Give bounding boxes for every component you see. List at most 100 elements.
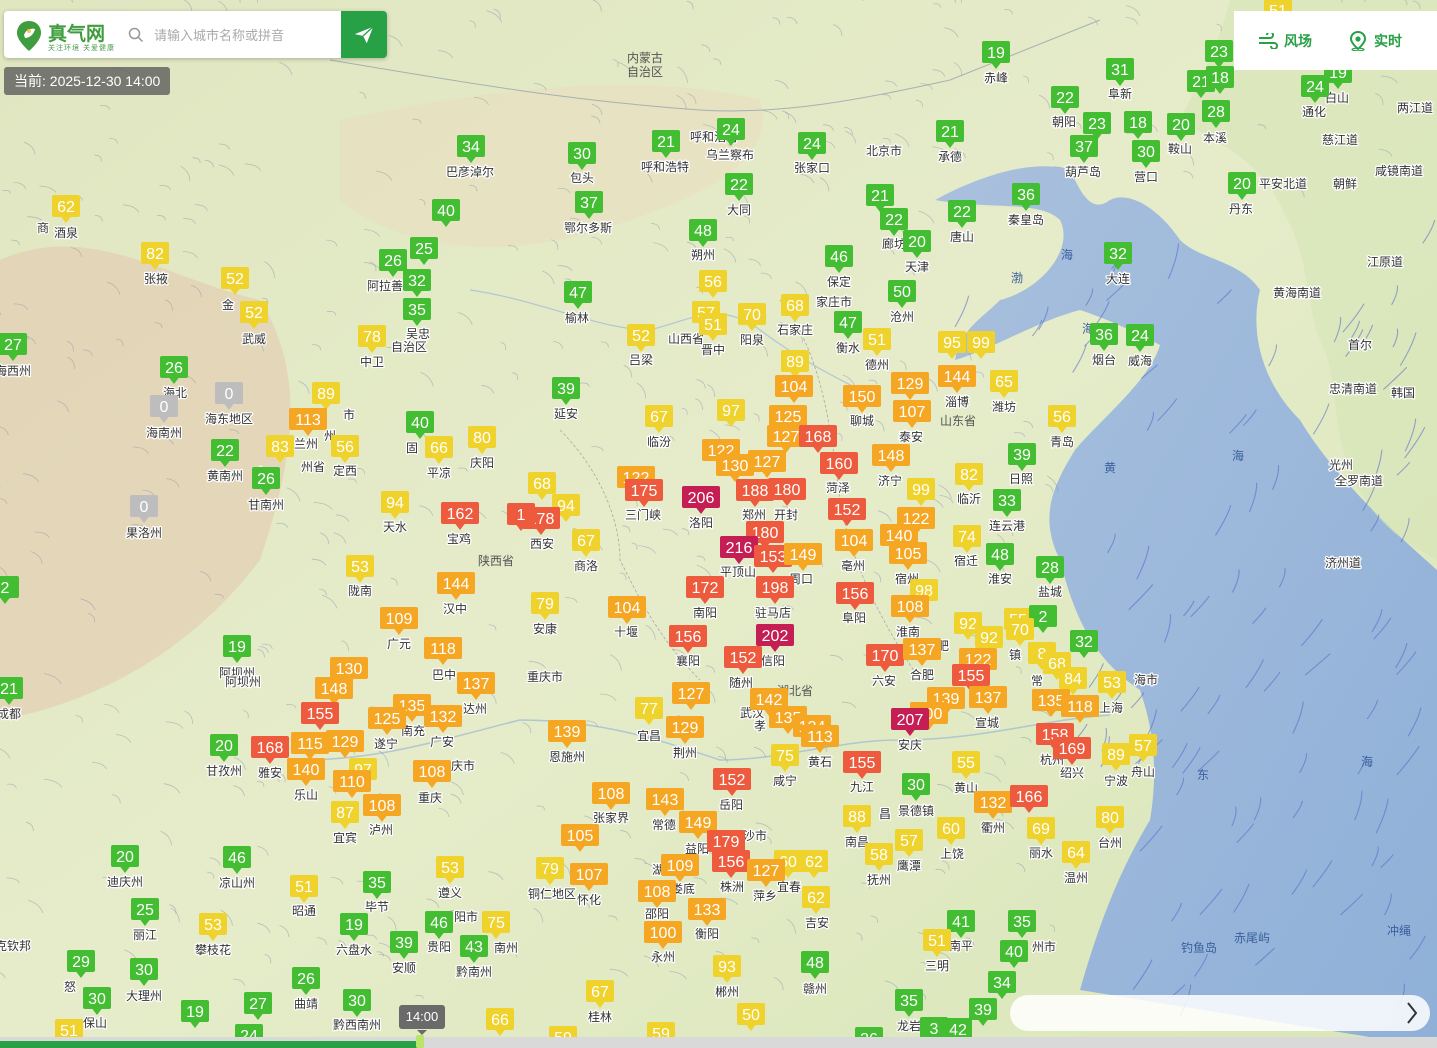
city-label: 州市 — [1032, 939, 1056, 954]
city-label: 临沂 — [957, 492, 981, 506]
city-label: 泰安 — [899, 429, 923, 444]
aqi-value: 180 — [774, 482, 801, 499]
aqi-value: 156 — [675, 629, 702, 646]
city-label: 宜宾 — [333, 830, 357, 845]
aqi-value: 89 — [1107, 747, 1125, 764]
city-label: 葫芦岛 — [1065, 164, 1101, 179]
aqi-value: 67 — [577, 533, 595, 550]
aqi-value: 33 — [998, 493, 1016, 510]
aqi-value: 32 — [408, 273, 426, 290]
region-label: 内蒙古自治区 — [627, 50, 663, 79]
logo[interactable]: 真气网 关注环境 关爱健康 — [14, 17, 124, 53]
city-label: 光州 — [1329, 458, 1353, 472]
sea-label: 赤尾屿 — [1234, 931, 1270, 945]
city-label: 温州 — [1064, 871, 1088, 885]
aqi-value: 21 — [871, 188, 889, 205]
city-label: 济宁 — [878, 473, 902, 488]
city-label: 聊城 — [850, 414, 874, 428]
city-label: 威海 — [1128, 353, 1152, 368]
city-label: 桂林 — [588, 1009, 612, 1024]
city-label: 丽江 — [133, 928, 157, 942]
realtime-button[interactable]: 实时 — [1348, 30, 1402, 51]
aqi-value: 36 — [1095, 327, 1113, 344]
aqi-value: 26 — [384, 253, 402, 270]
aqi-value: 21 — [0, 681, 18, 698]
aqi-value: 129 — [897, 376, 924, 393]
wind-field-button[interactable]: 风场 — [1258, 31, 1312, 51]
aqi-value: 133 — [694, 902, 721, 919]
search-bar: 真气网 关注环境 关爱健康 — [4, 11, 387, 58]
city-label: 阳泉 — [740, 333, 764, 347]
city-label: 大同 — [727, 203, 751, 217]
aqi-value: 32 — [1109, 246, 1127, 263]
aqi-value: 75 — [487, 915, 505, 932]
aqi-value: 140 — [293, 762, 320, 779]
aqi-value: 118 — [1067, 699, 1093, 716]
search-input[interactable] — [152, 23, 341, 47]
city-label: 重庆 — [418, 791, 442, 805]
city-label: 西安 — [530, 536, 554, 551]
aqi-value: 79 — [536, 596, 554, 613]
playback-control[interactable] — [1010, 995, 1430, 1031]
aqi-value: 105 — [895, 546, 922, 563]
city-label: 江原道 — [1367, 255, 1403, 269]
aqi-value: 127 — [678, 686, 705, 703]
aqi-value: 55 — [957, 755, 975, 772]
aqi-value: 28 — [1041, 560, 1059, 577]
aqi-value: 153 — [760, 549, 787, 566]
sea-label: 黄 — [1104, 461, 1116, 475]
city-label: 金 — [222, 297, 234, 312]
aqi-value: 56 — [1053, 409, 1071, 426]
city-label: 宿迁 — [954, 553, 978, 568]
city-label: 两江道 — [1397, 101, 1433, 115]
city-label: 海东地区 — [205, 411, 253, 426]
city-label: 安庆 — [898, 737, 922, 752]
aqi-value: 48 — [991, 547, 1009, 564]
aqi-value: 20 — [215, 738, 233, 755]
city-label: 衡阳 — [695, 927, 719, 941]
aqi-value: 24 — [722, 122, 740, 139]
city-label: 十堰 — [614, 625, 638, 639]
aqi-value: 52 — [245, 305, 263, 322]
aqi-value: 166 — [1016, 789, 1043, 806]
city-label: 广元 — [387, 637, 411, 651]
aqi-value: 143 — [652, 792, 679, 809]
aqi-value: 107 — [576, 867, 603, 884]
city-label: 黔西南州 — [333, 1017, 381, 1032]
aqi-value: 69 — [1032, 821, 1050, 838]
city-label: 南阳 — [693, 605, 717, 620]
aqi-value: 20 — [1172, 117, 1190, 134]
timeline-handle[interactable] — [416, 1035, 424, 1048]
city-label: 盐城 — [1038, 585, 1062, 599]
aqi-value: 175 — [631, 483, 658, 500]
aqi-value: 110 — [339, 774, 365, 791]
city-label: 迪庆州 — [107, 875, 143, 889]
city-label: 淮安 — [988, 571, 1012, 586]
city-label: 咸宁 — [773, 773, 797, 788]
aqi-value: 67 — [650, 409, 668, 426]
city-label: 市 — [343, 407, 355, 422]
search-button[interactable] — [341, 11, 387, 58]
city-label: 鹰潭 — [897, 858, 921, 873]
city-label: 宜春 — [777, 879, 801, 894]
aqi-value: 60 — [942, 821, 960, 838]
city-label: 德州 — [865, 357, 889, 372]
city-label: 孝 — [754, 719, 766, 733]
chevron-right-icon[interactable] — [1404, 1001, 1420, 1025]
sea-label: 钓鱼岛 — [1181, 940, 1217, 955]
city-label: 自治区 — [391, 340, 427, 354]
city-label: 沧州 — [890, 309, 914, 324]
sea-label: 海 — [1361, 754, 1373, 769]
city-label: 怒 — [64, 979, 76, 994]
city-label: 萍乡 — [753, 889, 777, 903]
aqi-value: 94 — [386, 495, 404, 512]
aqi-value: 30 — [348, 993, 366, 1010]
aqi-value: 127 — [753, 863, 780, 880]
map-canvas[interactable]: 内蒙古自治区陕西省湖北省山东省渤海海黄海东海钓鱼岛赤尾屿 冲绳 酒泉张掖金武威海西… — [0, 0, 1437, 1048]
city-label: 秦皇岛 — [1008, 212, 1044, 227]
aqi-value: 36 — [1017, 187, 1035, 204]
city-label: 攀枝花 — [195, 942, 231, 957]
city-label: 襄阳 — [676, 653, 700, 668]
city-label: 三门峡 — [625, 507, 661, 522]
layer-toggle-panel: 风场 实时 — [1234, 11, 1437, 70]
